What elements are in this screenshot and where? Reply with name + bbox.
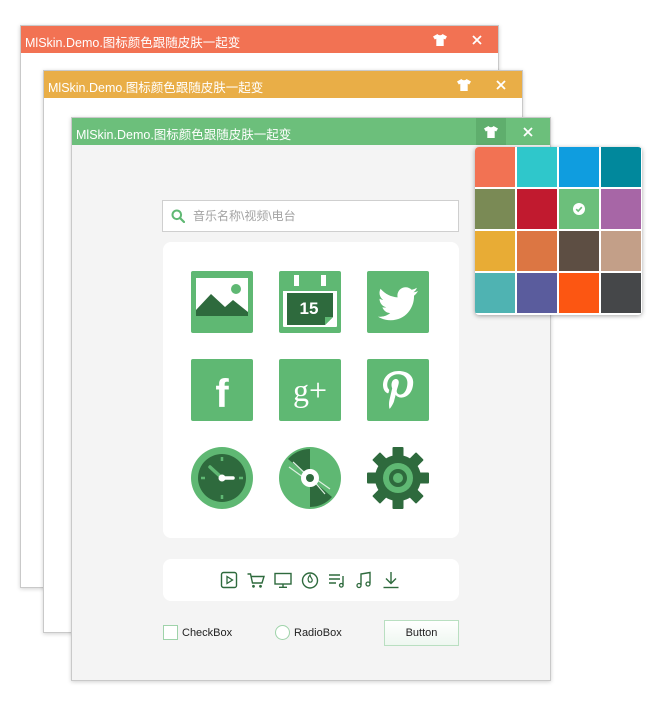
skin-swatch[interactable] <box>517 231 557 271</box>
skin-palette-popup <box>475 147 642 315</box>
cart-icon <box>247 573 265 588</box>
pinterest-icon <box>367 359 429 421</box>
skin-swatch[interactable] <box>559 189 599 229</box>
gear-tile[interactable] <box>367 447 429 509</box>
skin-button[interactable] <box>476 118 506 145</box>
skin-swatch[interactable] <box>517 273 557 313</box>
calendar-tile[interactable]: 15 <box>279 271 341 333</box>
search-icon <box>171 209 185 223</box>
skin-swatch[interactable] <box>601 189 641 229</box>
title-bar[interactable]: MlSkin.Demo.图标颜色跟随皮肤一起变 <box>21 26 498 53</box>
clock-tile[interactable] <box>191 447 253 509</box>
skin-swatch[interactable] <box>559 273 599 313</box>
window-title: MlSkin.Demo.图标颜色跟随皮肤一起变 <box>25 36 241 50</box>
shirt-icon <box>457 78 471 91</box>
close-icon <box>523 126 533 137</box>
toolbar-panel <box>163 559 459 601</box>
close-button[interactable] <box>462 26 492 53</box>
flame-button[interactable] <box>300 570 320 590</box>
skin-swatch[interactable] <box>559 147 599 187</box>
disc-tile[interactable] <box>279 447 341 509</box>
window-title: MlSkin.Demo.图标颜色跟随皮肤一起变 <box>48 81 264 95</box>
skin-swatch[interactable] <box>517 189 557 229</box>
close-icon <box>472 34 482 45</box>
play-icon <box>220 571 238 589</box>
monitor-button[interactable] <box>273 570 293 590</box>
skin-swatch[interactable] <box>601 231 641 271</box>
skin-swatch[interactable] <box>475 147 515 187</box>
checkbox-box[interactable] <box>163 625 178 640</box>
skin-swatch[interactable] <box>559 231 599 271</box>
close-button[interactable] <box>486 71 516 98</box>
playlist-icon <box>329 574 344 588</box>
skin-swatch[interactable] <box>475 189 515 229</box>
facebook-letter: f <box>215 372 229 416</box>
shirt-icon <box>433 33 447 46</box>
clock-icon <box>191 447 253 509</box>
twitter-tile[interactable] <box>367 271 429 333</box>
title-bar[interactable]: MlSkin.Demo.图标颜色跟随皮肤一起变 <box>72 118 550 145</box>
check-circle-icon <box>573 203 585 215</box>
skin-button[interactable] <box>449 71 479 98</box>
facebook-icon: f <box>191 359 253 421</box>
google-plus-letters: g+ <box>293 372 327 408</box>
music-note-icon <box>356 571 371 589</box>
calendar-icon: 15 <box>279 271 341 333</box>
search-box <box>162 200 459 232</box>
close-button[interactable] <box>513 118 543 145</box>
twitter-icon <box>367 271 429 333</box>
cart-button[interactable] <box>246 570 266 590</box>
image-icon <box>191 271 253 333</box>
download-icon <box>383 572 399 589</box>
title-bar[interactable]: MlSkin.Demo.图标颜色跟随皮肤一起变 <box>44 71 522 98</box>
skin-swatch[interactable] <box>601 273 641 313</box>
skin-button[interactable] <box>425 26 455 53</box>
monitor-icon <box>274 572 292 588</box>
search-input[interactable] <box>191 202 453 230</box>
flame-icon <box>301 572 319 589</box>
icon-grid-panel: 15 f g+ <box>163 242 459 538</box>
disc-icon <box>279 447 341 509</box>
gear-icon <box>367 447 429 509</box>
radio-label: RadioBox <box>294 627 342 639</box>
facebook-tile[interactable]: f <box>191 359 253 421</box>
google-plus-tile[interactable]: g+ <box>279 359 341 421</box>
playlist-button[interactable] <box>327 570 347 590</box>
music-button[interactable] <box>354 570 374 590</box>
radio-circle[interactable] <box>275 625 290 640</box>
google-plus-icon: g+ <box>279 359 341 421</box>
skin-swatch[interactable] <box>475 231 515 271</box>
skin-swatch[interactable] <box>517 147 557 187</box>
skin-swatch[interactable] <box>601 147 641 187</box>
download-button[interactable] <box>381 570 401 590</box>
main-button[interactable]: Button <box>384 620 459 646</box>
checkbox-label: CheckBox <box>182 627 233 639</box>
window-title: MlSkin.Demo.图标颜色跟随皮肤一起变 <box>76 128 292 142</box>
shirt-icon <box>484 125 498 138</box>
close-icon <box>496 79 506 90</box>
skin-swatch[interactable] <box>475 273 515 313</box>
pinterest-tile[interactable] <box>367 359 429 421</box>
calendar-date: 15 <box>300 299 319 318</box>
play-button[interactable] <box>219 570 239 590</box>
image-tile[interactable] <box>191 271 253 333</box>
